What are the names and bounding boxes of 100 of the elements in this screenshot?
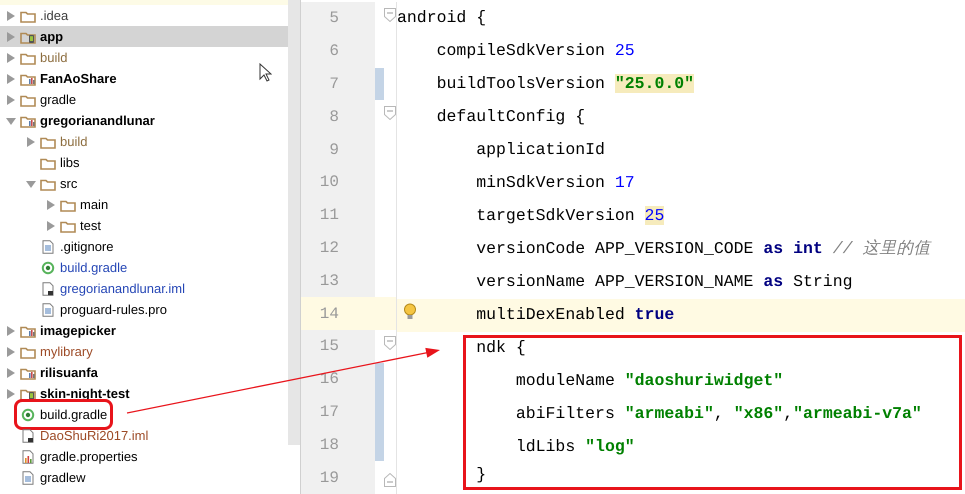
module-file-icon <box>20 428 36 442</box>
code-line: } <box>476 464 486 486</box>
item-label: src <box>60 174 78 193</box>
tree-item[interactable]: src <box>0 173 288 194</box>
collapsed-arrow-icon[interactable] <box>26 136 36 146</box>
item-label: test <box>80 216 101 235</box>
fold-icon[interactable] <box>384 336 396 350</box>
lightbulb-icon[interactable] <box>403 303 417 321</box>
tree-item[interactable]: rilisuanfa <box>0 362 288 383</box>
code-line: ldLibs "log" <box>516 436 635 458</box>
line-number: 11 <box>301 198 375 232</box>
item-label: .idea <box>40 6 68 25</box>
item-label: gregorianandlunar <box>40 112 155 130</box>
folder-icon <box>40 176 56 190</box>
code-line: defaultConfig { <box>436 106 586 128</box>
code-line: android { <box>397 7 486 30</box>
collapsed-arrow-icon[interactable] <box>6 74 16 84</box>
item-label: app <box>40 28 64 46</box>
tree-item[interactable]: mylibrary <box>0 341 288 362</box>
line-number: 6 <box>301 34 375 68</box>
tree-item[interactable]: main <box>0 194 288 215</box>
line-number: 15 <box>301 330 375 363</box>
code-line: minSdkVersion 17 <box>476 172 635 194</box>
collapsed-arrow-icon[interactable] <box>6 368 16 378</box>
line-number: 12 <box>301 232 375 264</box>
code-line: abiFilters "armeabi", "x86","armeabi-v7a" <box>516 403 922 426</box>
code-line: multiDexEnabled true <box>476 304 674 326</box>
item-label: imagepicker <box>40 322 116 340</box>
folder-icon <box>20 92 36 106</box>
item-label: build <box>40 48 68 67</box>
module-file-icon <box>40 282 56 296</box>
collapsed-arrow-icon[interactable] <box>6 10 16 20</box>
module-folder-icon <box>20 366 36 380</box>
gradle-file-icon <box>40 260 56 274</box>
line-number: 13 <box>301 264 375 298</box>
mouse-pointer-icon <box>259 63 272 82</box>
code-line: targetSdkVersion 25 <box>476 205 664 228</box>
tree-item[interactable]: test <box>0 215 288 236</box>
collapsed-arrow-icon[interactable] <box>6 52 16 62</box>
android-module-icon <box>20 386 36 400</box>
collapsed-arrow-icon[interactable] <box>6 326 16 336</box>
item-label: gradle.properties <box>40 448 138 466</box>
line-number: 17 <box>301 396 375 428</box>
line-number: 16 <box>301 362 375 396</box>
tree-item[interactable]: gregorianandlunar <box>0 110 288 131</box>
tree-item[interactable]: app <box>0 26 288 47</box>
scrollbar[interactable] <box>288 0 300 445</box>
fold-icon[interactable] <box>384 8 396 22</box>
folder-icon <box>60 198 76 212</box>
item-label: gradle <box>40 90 76 109</box>
tree-item[interactable]: build.gradle <box>0 404 288 425</box>
item-label: gregorianandlunar.iml <box>60 280 186 298</box>
folder-icon <box>20 50 36 64</box>
tree-item[interactable]: build <box>0 131 288 152</box>
code-line: moduleName "daoshuriwidget" <box>516 370 784 392</box>
tree-item[interactable]: imagepicker <box>0 320 288 341</box>
tree-item[interactable]: libs <box>0 152 288 173</box>
android-module-icon <box>20 30 36 44</box>
collapsed-arrow-icon[interactable] <box>46 220 56 230</box>
tree-item[interactable]: build <box>0 47 288 68</box>
tree-item[interactable]: .idea <box>0 5 288 26</box>
tree-item[interactable]: gradle.properties <box>0 446 288 467</box>
fold-icon[interactable] <box>384 473 396 488</box>
collapsed-arrow-icon[interactable] <box>6 346 16 356</box>
collapsed-arrow-icon[interactable] <box>46 200 56 210</box>
tree-item[interactable]: gradle <box>0 89 288 110</box>
folder-icon <box>60 218 76 232</box>
tree-item[interactable]: skin-night-test <box>0 383 288 404</box>
collapsed-arrow-icon[interactable] <box>6 94 16 104</box>
item-label: .gitignore <box>60 238 114 256</box>
tree-item[interactable]: gregorianandlunar.iml <box>0 278 288 299</box>
line-number: 9 <box>301 133 375 166</box>
code-line: buildToolsVersion "25.0.0" <box>436 73 694 96</box>
item-label: build.gradle <box>40 406 108 424</box>
line-number: 5 <box>301 2 375 35</box>
expanded-arrow-icon[interactable] <box>6 116 16 126</box>
text-file-icon <box>40 240 56 254</box>
item-label: gradlew <box>40 468 86 487</box>
item-label: DaoShuRi2017.iml <box>40 426 148 445</box>
text-file-icon <box>40 302 56 316</box>
tree-item[interactable]: FanAoShare <box>0 68 288 89</box>
folder-icon <box>20 8 36 22</box>
item-label: main <box>80 196 108 214</box>
tree-item[interactable]: .gitignore <box>0 236 288 257</box>
tree-item[interactable]: build.gradle <box>0 257 288 278</box>
collapsed-arrow-icon[interactable] <box>6 32 16 42</box>
expanded-arrow-icon[interactable] <box>26 178 36 188</box>
line-number: 7 <box>301 68 375 100</box>
collapsed-arrow-icon[interactable] <box>6 388 16 398</box>
item-label: build <box>60 132 88 151</box>
tree-item[interactable]: proguard-rules.pro <box>0 299 288 320</box>
line-number: 8 <box>301 100 375 134</box>
fold-icon[interactable] <box>384 106 396 120</box>
line-number: 19 <box>301 461 375 494</box>
tree-item[interactable]: gradlew <box>0 467 288 488</box>
folder-icon <box>40 134 56 148</box>
item-label: mylibrary <box>40 342 93 361</box>
tree-item[interactable]: DaoShuRi2017.iml <box>0 425 288 446</box>
text-file-icon <box>20 470 36 484</box>
item-label: proguard-rules.pro <box>60 300 167 319</box>
